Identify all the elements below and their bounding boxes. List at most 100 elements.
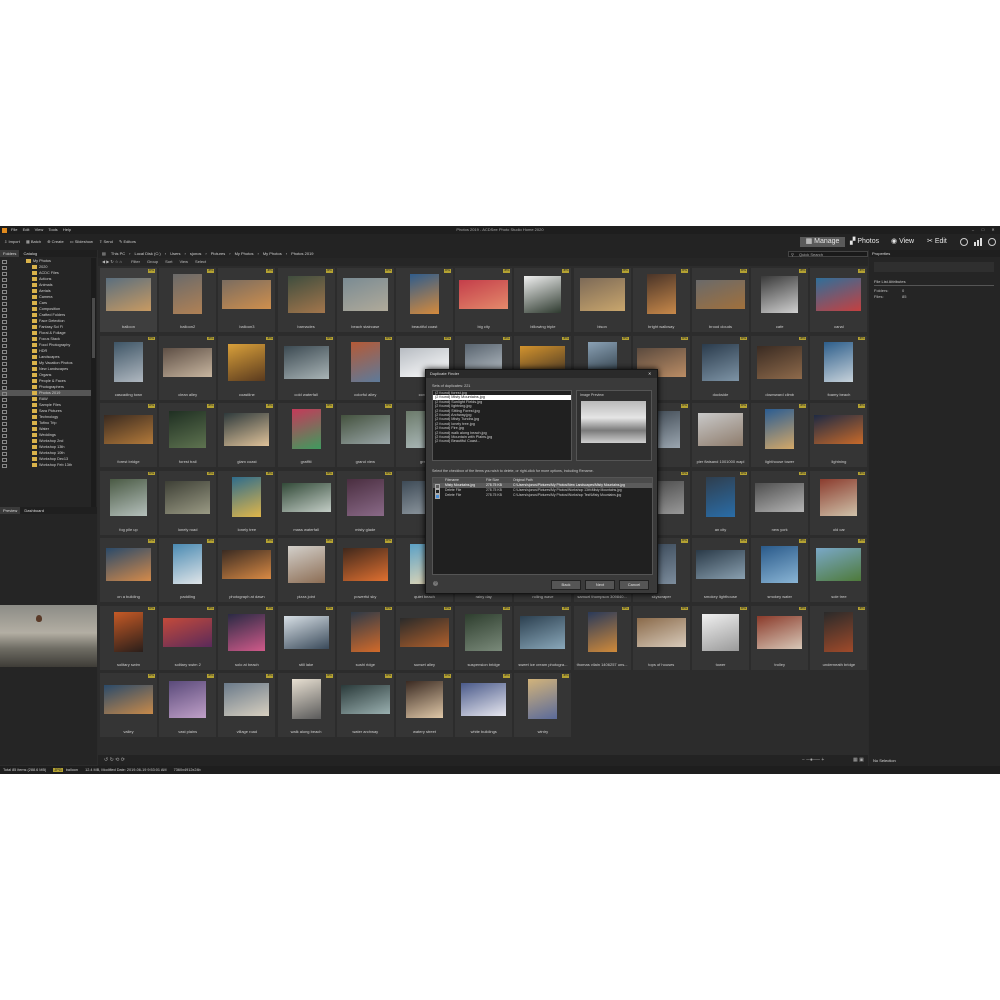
thumbnail[interactable]: JPG mass waterfall	[277, 470, 335, 535]
thumbnail[interactable]: JPG watery street	[396, 673, 453, 737]
editors-button[interactable]: ✎ Editors	[119, 234, 136, 250]
dialog-close-icon[interactable]: ✕	[648, 370, 651, 378]
thumbnail[interactable]: JPG cascading town	[100, 335, 157, 400]
thumbnail[interactable]: JPG bright walkway	[632, 268, 690, 332]
breadcrumb-item[interactable]: Pictures	[211, 250, 225, 258]
menu-view[interactable]: View	[35, 226, 44, 234]
zoom-slider[interactable]: − ─●── +	[802, 757, 824, 763]
thumbnail[interactable]: JPG lighthouse tower	[751, 403, 809, 467]
thumbnail[interactable]: JPG sole tree	[810, 538, 868, 602]
thumbnail[interactable]: JPG old car	[810, 470, 868, 535]
thumbnail[interactable]: JPG sushi ridge	[336, 605, 394, 670]
thumbnail[interactable]: JPG smokey lighthouse	[692, 538, 749, 602]
thumbnail[interactable]: JPG balloon3	[218, 268, 276, 332]
thumbnail[interactable]: JPG solo at beach	[218, 605, 276, 670]
cancel-button[interactable]: Cancel	[619, 580, 649, 590]
batch-button[interactable]: ▦ Batch	[26, 234, 41, 250]
thumbnail[interactable]: JPG forest bridge	[100, 403, 157, 467]
view-mode-button[interactable]: ◉ View	[891, 237, 921, 247]
breadcrumb-item[interactable]: This PC	[111, 250, 125, 258]
thumbnail[interactable]: JPG forest trail	[159, 403, 217, 467]
thumbnail[interactable]: JPG powerful sky	[336, 538, 394, 602]
folders-scrollbar[interactable]	[91, 258, 96, 532]
breadcrumb-item[interactable]: My Photos	[235, 250, 254, 258]
thumbnail[interactable]: JPG an city	[692, 470, 749, 535]
thumbnail[interactable]: JPG billowing triple	[514, 268, 572, 332]
thumbnail[interactable]: JPG sweet ice cream photogra...	[514, 605, 572, 670]
thumbnail[interactable]: JPG lonely tree	[218, 470, 276, 535]
filter-menu-view[interactable]: View	[179, 259, 188, 264]
menu-file[interactable]: File	[11, 226, 17, 234]
thumbnail[interactable]: JPG photograph at dawn	[218, 538, 276, 602]
menu-help[interactable]: Help	[63, 226, 71, 234]
thumbnail[interactable]: JPG lightning	[810, 403, 868, 467]
breadcrumb-item[interactable]: Users	[170, 250, 180, 258]
thumbnail[interactable]: JPG foamy beach	[810, 335, 868, 400]
photos-mode-button[interactable]: ▞ Photos	[850, 237, 888, 247]
thumbnail[interactable]: JPG tower	[692, 605, 749, 670]
edit-mode-button[interactable]: ✂ Edit	[927, 237, 955, 247]
thumbnail[interactable]: JPG lonely road	[159, 470, 217, 535]
thumbnail[interactable]: JPG paddling	[159, 538, 217, 602]
thumbnail[interactable]: JPG brood clouds	[692, 268, 749, 332]
thumbnail[interactable]: JPG grand view	[336, 403, 394, 467]
online-icon[interactable]	[988, 238, 996, 246]
help-icon[interactable]: ?	[433, 581, 438, 586]
maximize-button[interactable]: □	[980, 227, 986, 232]
quick-search-input[interactable]: ⚲ Quick Search	[788, 251, 868, 257]
menu-tools[interactable]: Tools	[48, 226, 57, 234]
thumbnail[interactable]: JPG balloon	[100, 268, 157, 332]
thumbnail[interactable]: JPG misty glade	[336, 470, 394, 535]
thumbnail[interactable]: JPG solitary swim	[100, 605, 157, 670]
tab-preview[interactable]: Preview	[0, 507, 21, 514]
thumbnail[interactable]: JPG downward climb	[751, 335, 809, 400]
thumbnail[interactable]: JPG smokey water	[751, 538, 809, 602]
thumbnail[interactable]: JPG white buildings	[455, 673, 513, 737]
create-button[interactable]: ⊕ Create	[47, 234, 63, 250]
tab-dashboard[interactable]: Dashboard	[21, 507, 47, 514]
nav-icons[interactable]: ◀ ▶ ↻ ☆ ⌂	[102, 259, 122, 264]
thumbnail[interactable]: JPG valley	[100, 673, 157, 737]
delete-checkbox[interactable]	[435, 494, 440, 499]
thumbnail[interactable]: JPG balloon2	[159, 268, 217, 332]
dashboard-icon[interactable]	[960, 238, 968, 246]
thumbnail[interactable]: JPG dockside	[692, 335, 749, 400]
thumbnail[interactable]: JPG thomas vilain 1406257 uns...	[573, 605, 631, 670]
minimize-button[interactable]: –	[970, 227, 976, 232]
thumbnail[interactable]: JPG beautiful coast	[396, 268, 453, 332]
duplicate-set-item[interactable]: (2 found) Beautiful Coast...	[433, 439, 571, 443]
thumbnail[interactable]: JPG still lake	[277, 605, 335, 670]
filter-menu-group[interactable]: Group	[147, 259, 158, 264]
thumbnail[interactable]: JPG suspension bridge	[455, 605, 513, 670]
thumbnail[interactable]: JPG on a building	[100, 538, 157, 602]
thumbnail[interactable]: JPG wintry	[514, 673, 572, 737]
scroll-thumb[interactable]	[92, 298, 95, 358]
thumbnail[interactable]: JPG bison	[573, 268, 631, 332]
breadcrumb-item[interactable]: Local Disk (C:)	[134, 250, 160, 258]
send-button[interactable]: ⇪ Send	[99, 234, 113, 250]
thumbnail[interactable]: JPG trolley	[751, 605, 809, 670]
thumbnail[interactable]: JPG colorful alley	[336, 335, 394, 400]
rotate-icons[interactable]: ↺ ↻ ⟲ ⟳	[104, 757, 125, 763]
duplicates-list[interactable]: (2 found) forest.jpg (2 found) Misty Moun…	[432, 390, 572, 461]
thumbnail[interactable]: JPG beach staircase	[336, 268, 394, 332]
tab-folders[interactable]: Folders	[0, 250, 20, 257]
thumbnail[interactable]: JPG canal	[810, 268, 868, 332]
thumbnail[interactable]: JPG water archway	[336, 673, 394, 737]
thumbnail[interactable]: JPG new york	[751, 470, 809, 535]
import-button[interactable]: ⇩ Import	[4, 234, 20, 250]
view-toggle-icon[interactable]: ▦ ▣	[853, 757, 864, 763]
tab-catalog[interactable]: Catalog	[20, 250, 40, 257]
folder-item[interactable]: Workshop Feb 13th	[0, 462, 91, 468]
next-button[interactable]: Next	[585, 580, 615, 590]
thumbnail[interactable]: JPG pizza joint	[277, 538, 335, 602]
thumbnail[interactable]: JPG big city	[455, 268, 513, 332]
thumbnail[interactable]: JPG vast plains	[159, 673, 217, 737]
thumbnail[interactable]: JPG cold waterfall	[277, 335, 335, 400]
breadcrumb-item[interactable]: My Photos	[263, 250, 282, 258]
table-row[interactable]: Delete File 278.75 KB C:\Users\sjonos\Pict…	[433, 493, 652, 499]
back-button[interactable]: Back	[551, 580, 581, 590]
manage-mode-button[interactable]: ▦ Manage	[800, 237, 845, 247]
menu-edit[interactable]: Edit	[23, 226, 30, 234]
thumbnail[interactable]: JPG coastline	[218, 335, 276, 400]
